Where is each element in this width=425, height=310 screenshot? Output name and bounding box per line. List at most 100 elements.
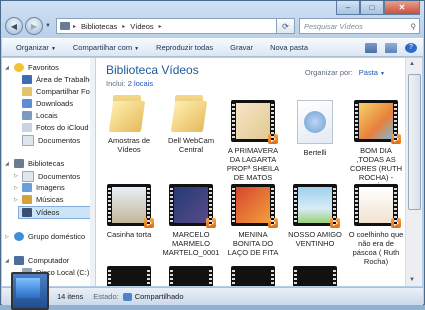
breadcrumb-libraries[interactable]: Bibliotecas xyxy=(81,22,117,31)
video-thumbnail xyxy=(169,184,216,228)
video-play-icon xyxy=(268,134,278,144)
collapse-icon[interactable]: ◢ xyxy=(5,65,9,71)
libraries-icon xyxy=(14,159,24,168)
folder-icon xyxy=(170,92,209,132)
dropdown-arrow-icon: ▼ xyxy=(134,46,140,52)
icloud-icon xyxy=(22,123,32,132)
nav-shared-photos[interactable]: Compartilhar Fot xyxy=(22,87,92,96)
nav-icloud-photos[interactable]: Fotos do iCloud xyxy=(22,123,89,132)
collapse-icon[interactable]: ◢ xyxy=(5,258,9,264)
star-icon xyxy=(14,63,24,72)
file-item[interactable]: A PRIMAVERA DA LAGARTA PROFª SHEILA DE M… xyxy=(224,100,282,182)
nav-favorites[interactable]: Favoritos xyxy=(14,63,59,72)
nav-documents-favorite[interactable]: Documentos xyxy=(22,135,80,146)
expand-icon[interactable]: ▷ xyxy=(14,173,18,179)
file-item[interactable]: MENINA BONITA DO LAÇO DE FITA xyxy=(224,184,282,257)
nav-music[interactable]: Músicas xyxy=(22,195,64,204)
arrange-by: Organizar por: Pasta ▼ xyxy=(305,68,385,77)
homegroup-icon xyxy=(14,232,24,241)
help-icon[interactable]: ? xyxy=(405,43,417,53)
nav-homegroup[interactable]: Grupo doméstico xyxy=(14,232,85,241)
state-label: Estado: xyxy=(93,292,119,301)
content-scrollbar[interactable]: ▲ ▼ xyxy=(405,58,422,286)
nav-downloads[interactable]: Downloads xyxy=(22,99,73,108)
file-item[interactable] xyxy=(169,266,227,286)
scrollbar-thumb[interactable] xyxy=(408,74,421,210)
nav-label: Favoritos xyxy=(28,63,59,72)
maximize-button[interactable]: □ xyxy=(360,1,384,15)
file-item[interactable]: Amostras de Vídeos xyxy=(100,92,158,154)
scroll-down-arrow[interactable]: ▼ xyxy=(409,277,415,283)
arrange-label: Organizar por: xyxy=(304,68,353,77)
chevron-right-icon[interactable]: ▸ xyxy=(159,23,162,30)
forward-button[interactable]: ▶ xyxy=(25,17,43,35)
item-count: 14 itens xyxy=(57,292,84,301)
nav-label: Computador xyxy=(28,256,70,265)
nav-images[interactable]: Imagens xyxy=(22,183,65,192)
share-with-button[interactable]: Compartilhar com ▼ xyxy=(73,43,139,52)
video-thumbnail xyxy=(107,184,154,228)
refresh-button[interactable]: ⟳ xyxy=(277,18,295,34)
file-name: MARCELO MARMELO MARTELO_0001 xyxy=(162,230,220,257)
collapse-icon[interactable]: ◢ xyxy=(5,161,9,167)
scroll-up-arrow[interactable]: ▲ xyxy=(409,61,415,67)
recent-pages-dropdown[interactable]: ▼ xyxy=(45,23,51,29)
nav-desktop[interactable]: Área de Trabalho xyxy=(22,75,94,84)
file-item[interactable] xyxy=(107,266,165,286)
details-pane: 14 itens Estado: Compartilhado xyxy=(2,272,423,310)
organize-button[interactable]: Organizar ▼ xyxy=(16,43,56,52)
close-button[interactable]: ✕ xyxy=(384,1,420,15)
includes-label: Inclui: xyxy=(106,79,126,88)
file-item[interactable]: MARCELO MARMELO MARTELO_0001 xyxy=(162,184,220,257)
video-play-icon xyxy=(391,134,401,144)
nav-computer[interactable]: Computador xyxy=(14,256,69,265)
file-item[interactable]: NOSSO AMIGO VENTINHO xyxy=(286,184,344,248)
nav-label: Documentos xyxy=(38,172,81,181)
file-name: NOSSO AMIGO VENTINHO xyxy=(288,230,342,248)
play-all-button[interactable]: Reproduzir todas xyxy=(156,43,213,52)
chevron-right-icon[interactable]: ▸ xyxy=(122,23,125,30)
arrange-by-dropdown[interactable]: Pasta xyxy=(359,68,378,77)
dropdown-arrow-icon: ▼ xyxy=(50,46,56,52)
file-name: Casinha torta xyxy=(106,230,152,239)
window-controls: – □ ✕ xyxy=(336,1,420,15)
expand-icon[interactable]: ▷ xyxy=(14,185,18,191)
video-thumbnail xyxy=(293,266,337,286)
file-name: Bertelli xyxy=(303,148,327,157)
shared-icon xyxy=(122,292,132,301)
new-folder-button[interactable]: Nova pasta xyxy=(270,43,308,52)
command-bar: Organizar ▼ Compartilhar com ▼ Reproduzir … xyxy=(2,38,423,57)
includes-locations-link[interactable]: 2 locais xyxy=(128,79,153,88)
file-item[interactable]: Bertelli xyxy=(286,100,344,157)
organize-label: Organizar xyxy=(16,43,49,52)
file-item[interactable] xyxy=(231,266,289,286)
library-video-icon xyxy=(11,272,49,310)
expand-icon[interactable]: ▷ xyxy=(5,234,9,240)
preview-pane-icon[interactable] xyxy=(385,43,397,53)
file-item[interactable]: Casinha torta xyxy=(100,184,158,239)
chevron-right-icon[interactable]: ▸ xyxy=(73,23,76,30)
search-input[interactable]: Pesquisar Vídeos ⚲ xyxy=(299,18,420,34)
expand-icon[interactable]: ▷ xyxy=(14,197,18,203)
burn-button[interactable]: Gravar xyxy=(230,43,253,52)
address-bar[interactable]: ▸ Bibliotecas ▸ Vídeos ▸ xyxy=(55,18,277,34)
search-placeholder: Pesquisar Vídeos xyxy=(304,21,363,31)
library-title: Biblioteca Vídeos xyxy=(106,63,199,77)
nav-documents[interactable]: Documentos xyxy=(22,171,80,182)
videos-icon xyxy=(22,208,32,217)
back-button[interactable]: ◀ xyxy=(5,17,23,35)
nav-locals[interactable]: Locais xyxy=(22,111,58,120)
nav-videos[interactable]: Vídeos xyxy=(18,206,95,219)
video-thumbnail xyxy=(169,266,213,286)
breadcrumb-videos[interactable]: Vídeos xyxy=(130,22,153,31)
change-view-icon[interactable] xyxy=(365,43,377,53)
nav-label: Área de Trabalho xyxy=(36,75,94,84)
nav-libraries[interactable]: Bibliotecas xyxy=(14,159,64,168)
navigation-scrollbar[interactable] xyxy=(90,58,95,286)
content-pane: Biblioteca Vídeos Inclui: 2 locais Organ… xyxy=(96,58,405,286)
minimize-button[interactable]: – xyxy=(336,1,360,15)
file-item[interactable]: Dell WebCam Central xyxy=(162,92,220,154)
file-item[interactable] xyxy=(293,266,351,286)
video-thumbnail xyxy=(107,266,151,286)
file-item[interactable]: O coelhinho que não era de páscoa ( Ruth… xyxy=(347,184,405,266)
